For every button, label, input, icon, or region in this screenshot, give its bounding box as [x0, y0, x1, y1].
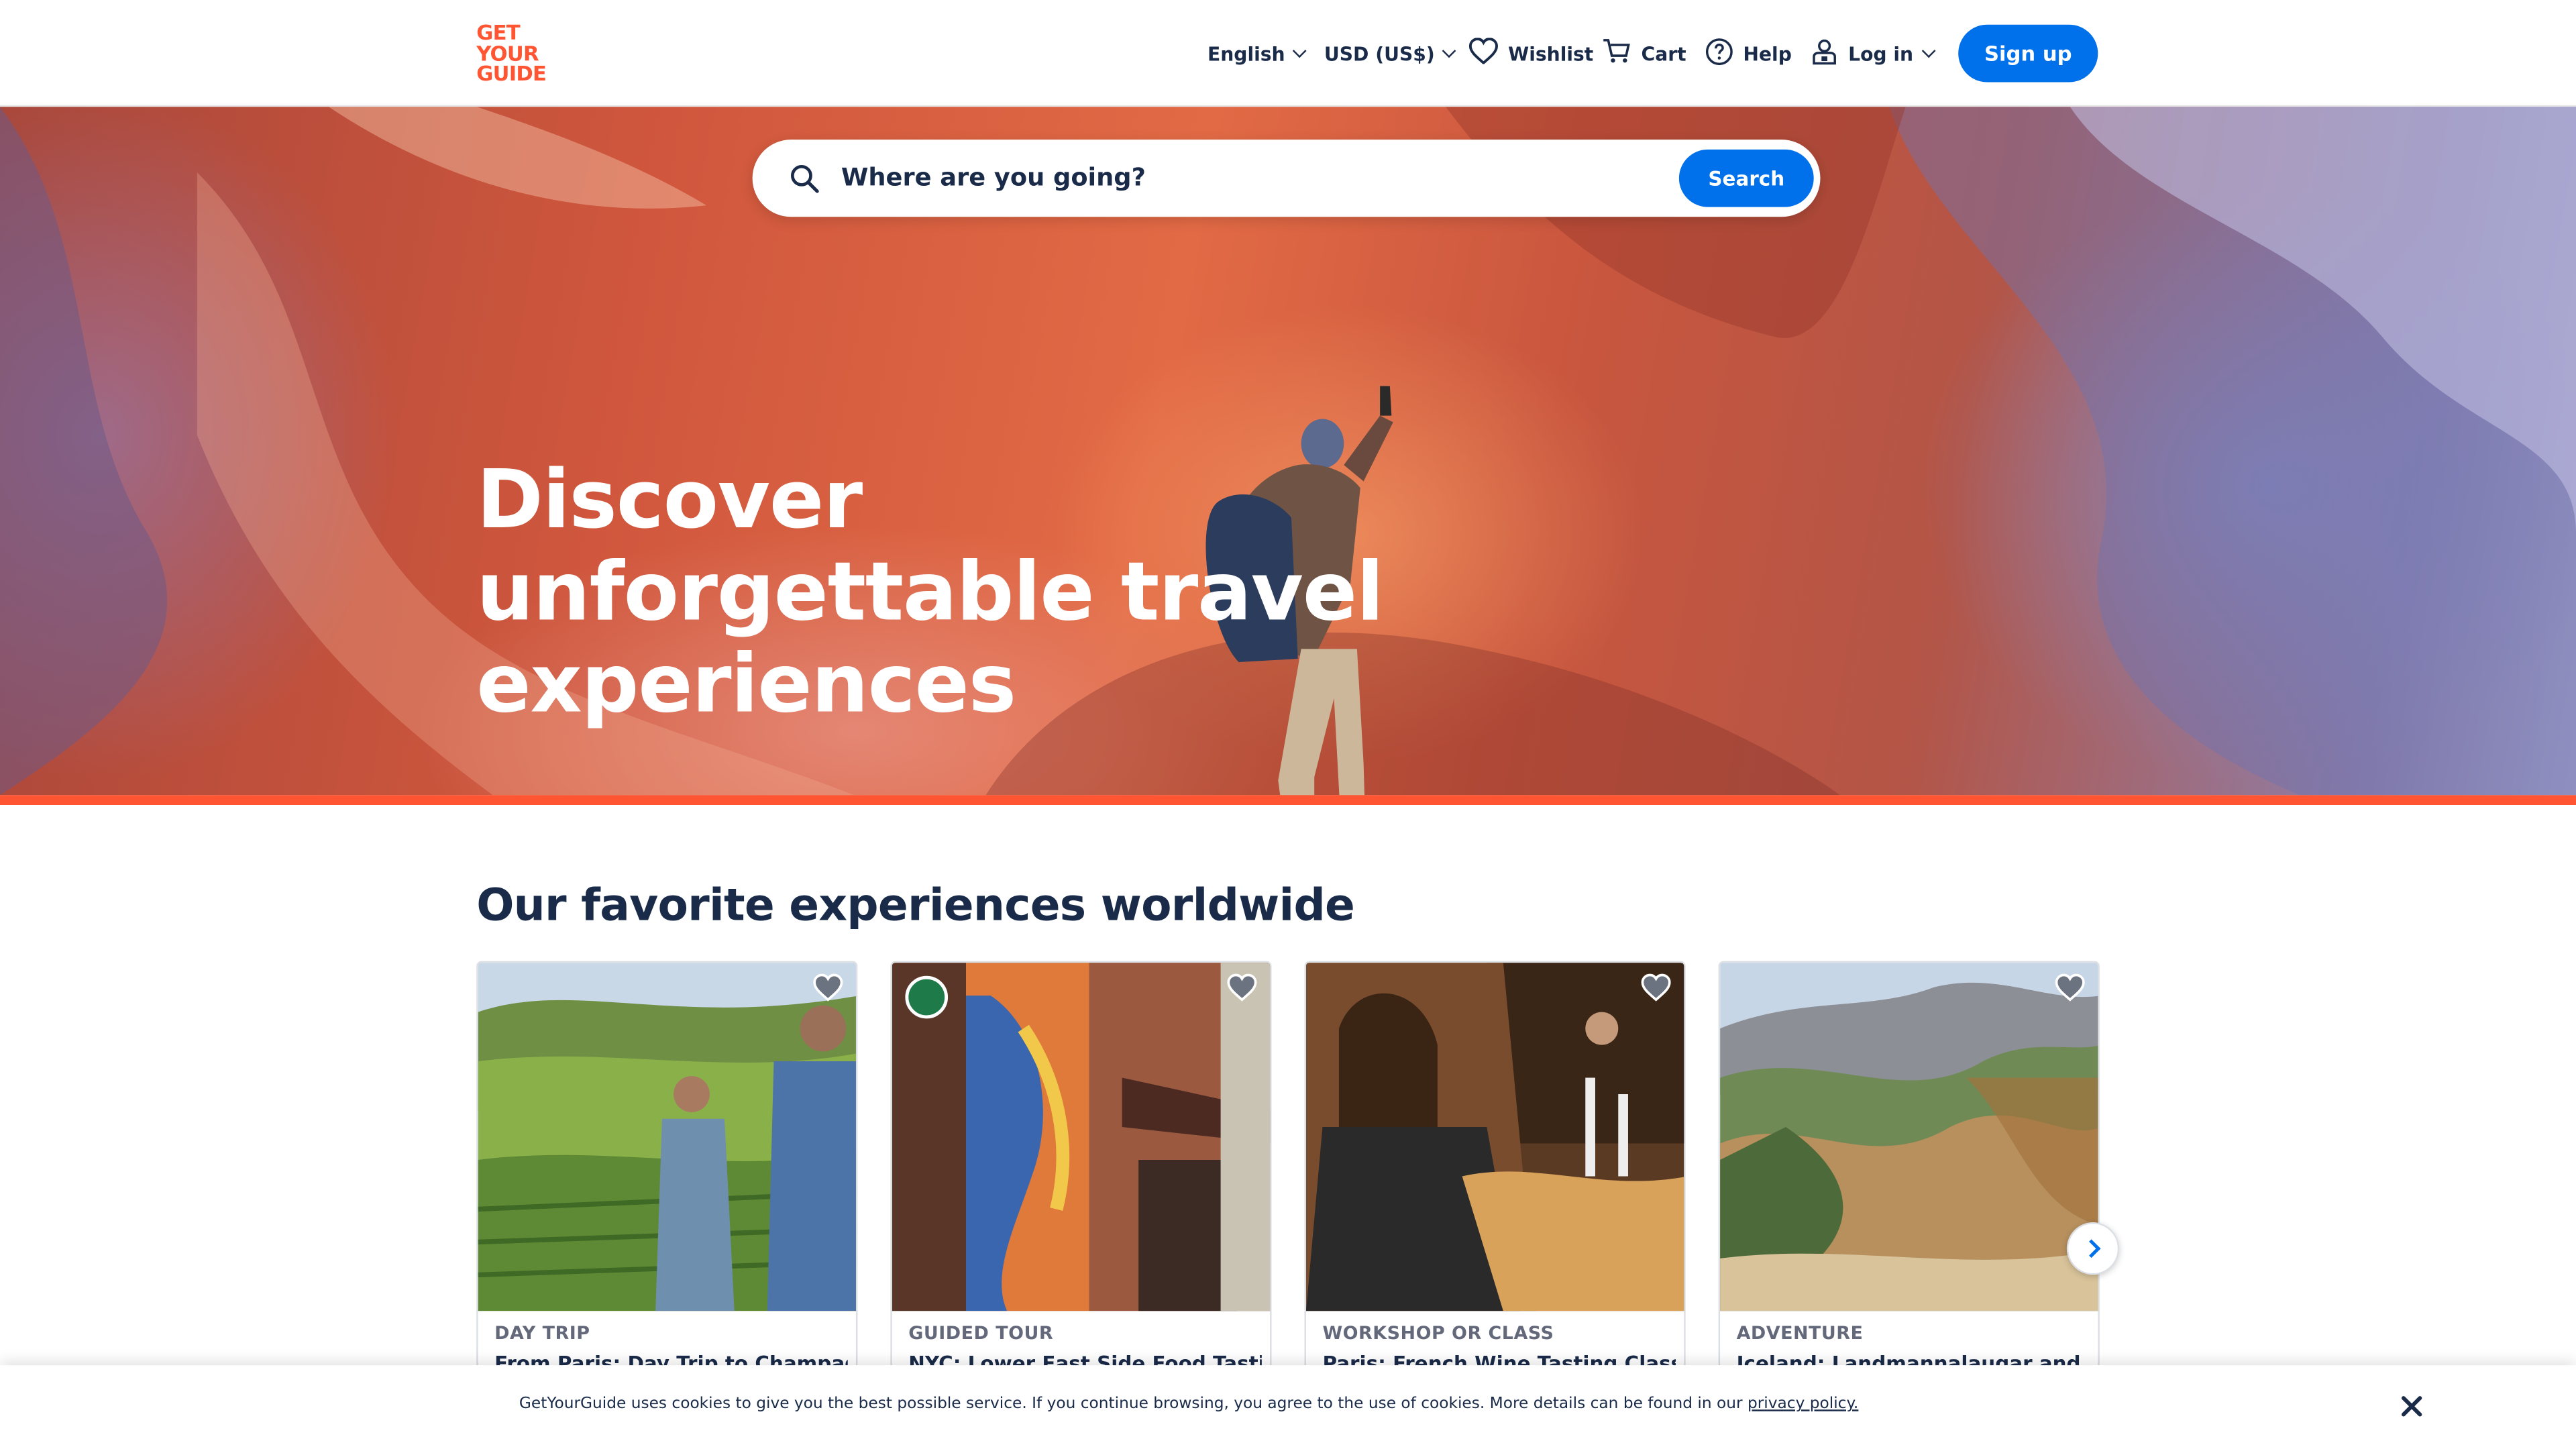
wishlist-heart-icon[interactable] [1641, 973, 1671, 1002]
login-label: Log in [1848, 42, 1914, 65]
experience-image [1305, 963, 1684, 1311]
heart-icon [1468, 38, 1498, 69]
card-category: GUIDED TOUR [908, 1322, 1054, 1344]
cart-link[interactable]: Cart [1602, 0, 1686, 107]
experience-card[interactable]: ADVENTURE Iceland: Landmannalaugar and [1718, 961, 2100, 1389]
help-link[interactable]: Help [1705, 0, 1792, 107]
carousel-next-button[interactable] [2066, 1222, 2120, 1275]
logo-line-3: GUIDE [476, 60, 547, 86]
experience-image [478, 963, 856, 1311]
currency-label: USD (US$) [1324, 42, 1435, 65]
close-icon[interactable] [2399, 1393, 2425, 1419]
hero-headline: Discover unforgettable travel experience… [476, 453, 1384, 731]
currency-selector[interactable]: USD (US$) [1324, 0, 1457, 107]
wishlist-heart-icon[interactable] [1227, 973, 1257, 1002]
language-label: English [1208, 42, 1285, 65]
experience-card[interactable]: DAY TRIP From Paris: Day Trip to Champag… [476, 961, 858, 1389]
experience-card[interactable]: GUIDED TOUR NYC: Lower East Side Food Ta… [890, 961, 1272, 1389]
experience-image [892, 963, 1271, 1311]
experience-card[interactable]: WORKSHOP OR CLASS Paris: French Wine Tas… [1304, 961, 1686, 1389]
getyourguide-logo[interactable]: GET YOUR GUIDE [476, 22, 555, 86]
experience-carousel: DAY TRIP From Paris: Day Trip to Champag… [476, 961, 2100, 1389]
signup-button[interactable]: Sign up [1958, 24, 2098, 83]
cart-icon [1602, 38, 1631, 69]
login-menu[interactable]: Log in [1811, 0, 1935, 107]
cookie-message: GetYourGuide uses cookies to give you th… [519, 1395, 1858, 1413]
help-label: Help [1743, 42, 1792, 65]
privacy-policy-link[interactable]: privacy policy. [1748, 1395, 1858, 1413]
section-title: Our favorite experiences worldwide [476, 880, 1355, 932]
chevron-down-icon [1921, 43, 1935, 58]
wishlist-heart-icon[interactable] [2055, 973, 2085, 1002]
cart-label: Cart [1641, 42, 1686, 65]
search-button[interactable]: Search [1678, 149, 1814, 207]
experience-image [1720, 963, 2098, 1311]
help-circle-icon [1705, 37, 1733, 70]
search-icon [789, 162, 820, 200]
search-bar[interactable]: Where are you going? Search [752, 140, 1821, 217]
cookie-banner: GetYourGuide uses cookies to give you th… [0, 1365, 2576, 1449]
award-badge-icon [905, 975, 949, 1019]
card-category: DAY TRIP [494, 1322, 590, 1344]
cookie-text: GetYourGuide uses cookies to give you th… [519, 1395, 1743, 1413]
wishlist-label: Wishlist [1508, 42, 1594, 65]
search-input[interactable]: Where are you going? [841, 162, 1146, 192]
wishlist-link[interactable]: Wishlist [1468, 0, 1593, 107]
chevron-down-icon [1442, 43, 1457, 58]
header: GET YOUR GUIDE English USD (US$) Wishlis… [0, 0, 2576, 107]
language-selector[interactable]: English [1208, 0, 1307, 107]
card-category: ADVENTURE [1736, 1322, 1864, 1344]
user-lock-icon [1811, 37, 1839, 70]
hero-bottom-stripe [0, 795, 2576, 806]
chevron-right-icon [2081, 1239, 2100, 1258]
wishlist-heart-icon[interactable] [813, 973, 843, 1002]
chevron-down-icon [1293, 43, 1307, 58]
card-category: WORKSHOP OR CLASS [1322, 1322, 1554, 1344]
